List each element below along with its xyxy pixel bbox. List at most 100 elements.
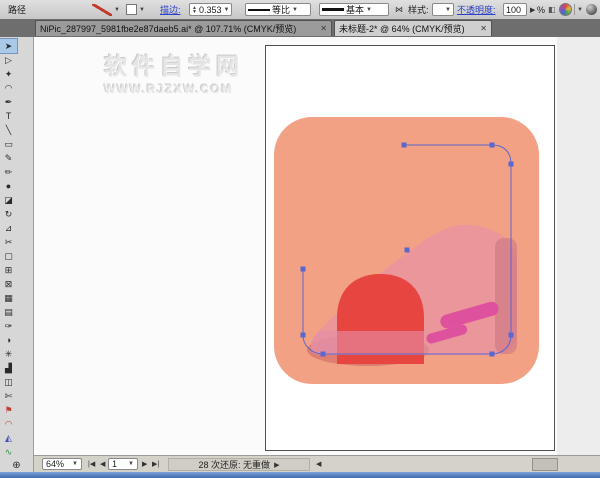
scissors-tool[interactable]: ✂ [0, 235, 17, 249]
eyedropper-tool[interactable]: ✑ [0, 319, 17, 333]
chevron-down-icon: ▼ [223, 7, 229, 13]
artboard-number-value: 1 [112, 459, 117, 469]
rotate-view-tool[interactable]: ⊕ [0, 459, 33, 473]
toolbox-panel: ➤▷✦◠✒T╲▭✎✏●◪↻⊿✂▢⊞⊠▦▤✑◑✳▟◫✄⚑◠◭∿⊕⋈∫▙≈∿≡⌖⇉▢… [0, 37, 34, 472]
status-expand-icon[interactable]: ▶ [274, 461, 279, 469]
close-icon[interactable]: ✕ [480, 24, 487, 33]
cs-live-button[interactable] [586, 3, 597, 16]
live-paint-bucket-tool[interactable]: ⚑ [0, 403, 17, 417]
tab-label: NiPic_287997_5981fbe2e87daeb5.ai* @ 107.… [40, 22, 316, 35]
anchor-point[interactable] [509, 333, 514, 338]
chevron-down-icon: ▼ [577, 7, 583, 13]
brush-definition-value: 基本 [346, 3, 364, 16]
width-profile-value: 等比 [272, 3, 290, 16]
artboard[interactable] [265, 45, 555, 451]
type-tool[interactable]: T [0, 109, 17, 123]
line-segment-tool[interactable]: ╲ [0, 123, 17, 137]
pencil-tool[interactable]: ✏ [0, 165, 17, 179]
selection-tool[interactable]: ➤ [0, 39, 17, 53]
column-graph-tool[interactable]: ▟ [0, 361, 17, 375]
anchor-point[interactable] [490, 143, 495, 148]
last-artboard-button[interactable]: ▶| [152, 458, 159, 470]
opacity-field[interactable]: 100 [503, 3, 527, 16]
stroke-link[interactable]: 描边: [160, 3, 181, 16]
direct-selection-tool[interactable]: ▷ [0, 53, 17, 67]
close-icon[interactable]: ✕ [320, 24, 327, 33]
fill-color-dropdown[interactable]: ▼ [126, 3, 145, 16]
brush-definition-dropdown[interactable]: 基本 ▼ [319, 3, 389, 16]
pen-tool[interactable]: ✒ [0, 95, 17, 109]
percent-label: % [537, 3, 545, 16]
shape-builder-tool[interactable]: ⊞ [0, 263, 17, 277]
recolor-artwork-button[interactable]: ▼ [559, 3, 583, 16]
magic-wand-tool[interactable]: ✦ [0, 67, 17, 81]
anchor-point[interactable] [301, 333, 306, 338]
anchor-point[interactable] [509, 162, 514, 167]
tab-bar: NiPic_287997_5981fbe2e87daeb5.ai* @ 107.… [0, 19, 600, 37]
zoom-level-value: 64% [46, 459, 64, 469]
symbol-sprayer-tool[interactable]: ✳ [0, 347, 17, 361]
next-artboard-button[interactable]: ▶ [142, 458, 147, 470]
opacity-mask-icon[interactable]: ◧ [548, 3, 556, 16]
gradient-tool[interactable]: ▤ [0, 305, 17, 319]
first-artboard-button[interactable]: |◀ [88, 458, 95, 470]
undo-status-panel[interactable]: 28 次还原: 无重做 ▶ [168, 458, 310, 471]
width-profile-dropdown[interactable]: 等比 ▼ [245, 3, 311, 16]
slice-tool[interactable]: ✄ [0, 389, 17, 403]
paintbrush-tool[interactable]: ✎ [0, 151, 17, 165]
prev-artboard-button[interactable]: ◀ [100, 458, 105, 470]
free-transform-tool[interactable]: ▢ [0, 249, 17, 263]
control-bar: 路径 ▼ ▼ 描边: ▲▼ 0.353 ▼ 等比 ▼ [0, 0, 600, 20]
status-bar: 64% ▼ |◀ ◀ 1 ▼ ▶ ▶| 28 次还原: 无重做 ▶ ◀ [34, 455, 600, 472]
hscroll-left-button[interactable]: ◀ [316, 458, 321, 470]
opacity-stepper-icon[interactable]: ▶ [530, 3, 535, 16]
stepper-icon[interactable]: ▲▼ [192, 6, 197, 14]
opacity-link[interactable]: 不透明度: [457, 3, 496, 16]
knife-tool[interactable]: ◭ [0, 431, 17, 445]
anchor-point[interactable] [490, 352, 495, 357]
mesh-tool[interactable]: ▦ [0, 291, 17, 305]
stroke-color-dropdown[interactable]: ▼ [92, 3, 120, 16]
hscroll-thumb[interactable] [532, 458, 558, 471]
shape-mode-icon[interactable]: ⋈ [395, 3, 403, 16]
opacity-value: 100 [506, 5, 521, 15]
mailbox-body-front-lip[interactable] [311, 331, 424, 355]
anchor-point[interactable] [405, 248, 410, 253]
selection-type-label: 路径 [8, 3, 26, 16]
style-dropdown[interactable]: ▼ [432, 3, 454, 16]
blob-brush-tool[interactable]: ● [0, 179, 17, 193]
stroke-weight-field[interactable]: ▲▼ 0.353 ▼ [189, 3, 232, 16]
rectangle-tool[interactable]: ▭ [0, 137, 17, 151]
fill-color-swatch-icon [126, 4, 137, 15]
eraser-tool[interactable]: ◪ [0, 193, 17, 207]
chevron-down-icon: ▼ [445, 7, 451, 13]
brush-stroke-icon [322, 8, 344, 11]
document-tab-untitled2[interactable]: 未标题-2* @ 64% (CMYK/预览) ✕ [334, 20, 492, 36]
artboard-number-dropdown[interactable]: 1 ▼ [108, 458, 138, 470]
rotate-tool[interactable]: ↻ [0, 207, 17, 221]
document-window: 软件自学网 WWW.RJZXW.COM [34, 37, 600, 455]
blend-tool[interactable]: ◑ [0, 333, 17, 347]
curvature-tool[interactable]: ∿ [0, 445, 17, 459]
chevron-down-icon: ▼ [128, 461, 134, 467]
chevron-down-icon: ▼ [114, 7, 120, 13]
zoom-level-dropdown[interactable]: 64% ▼ [42, 458, 82, 470]
taskbar-edge [0, 472, 600, 478]
width-profile-line-icon [248, 9, 270, 11]
stroke-color-swatch-icon [92, 4, 112, 16]
document-tab-nipic[interactable]: NiPic_287997_5981fbe2e87daeb5.ai* @ 107.… [35, 20, 332, 36]
arc-tool[interactable]: ◠ [0, 417, 17, 431]
scale-tool[interactable]: ⊿ [0, 221, 17, 235]
chevron-down-icon: ▼ [292, 7, 298, 13]
anchor-point[interactable] [402, 143, 407, 148]
undo-status-text: 28 次还原: 无重做 [199, 458, 271, 471]
chevron-down-icon: ▼ [366, 7, 372, 13]
anchor-point[interactable] [301, 267, 306, 272]
style-label: 样式: [408, 3, 429, 16]
anchor-point[interactable] [321, 352, 326, 357]
mailbox-side-shade[interactable] [495, 238, 517, 354]
artboard-tool[interactable]: ◫ [0, 375, 17, 389]
lasso-tool[interactable]: ◠ [0, 81, 17, 95]
perspective-grid-tool[interactable]: ⊠ [0, 277, 17, 291]
tab-label: 未标题-2* @ 64% (CMYK/预览) [339, 22, 476, 35]
